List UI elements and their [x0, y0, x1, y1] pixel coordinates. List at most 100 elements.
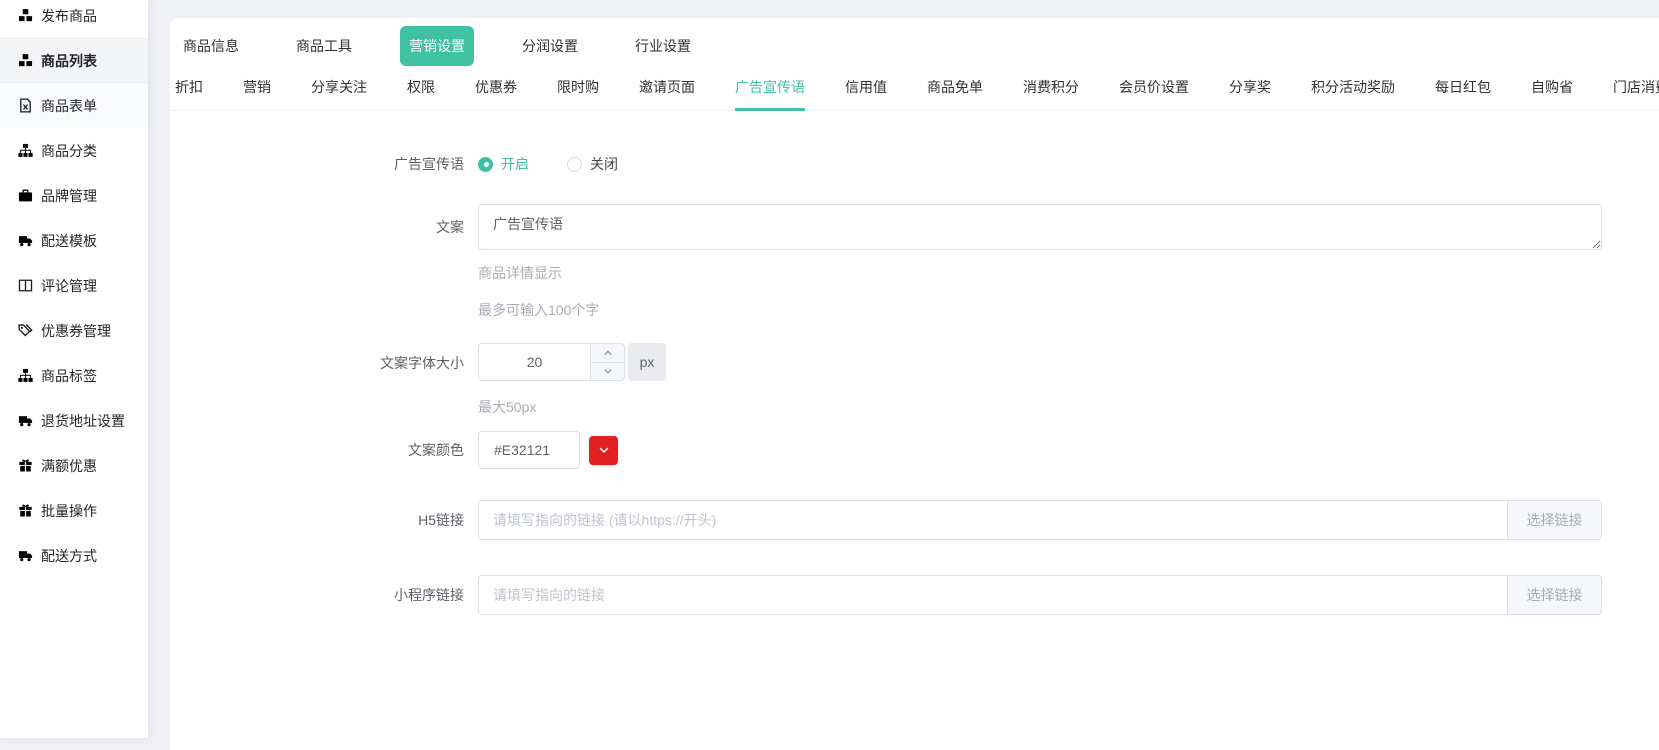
subtab-points-activity-reward[interactable]: 积分活动奖励 — [1311, 68, 1395, 111]
font-size-help: 最大50px — [478, 397, 666, 417]
subtab-label: 自购省 — [1531, 79, 1573, 95]
sidebar-item-batch-operation[interactable]: 批量操作 — [0, 488, 148, 533]
subtab-label: 邀请页面 — [639, 79, 695, 95]
copy-textarea[interactable]: 广告宣传语 — [478, 204, 1602, 250]
sidebar-item-label: 满额优惠 — [41, 456, 97, 476]
subtab-label: 优惠券 — [475, 79, 517, 95]
subtab-discount[interactable]: 折扣 — [175, 68, 203, 111]
truck-icon — [18, 413, 33, 428]
subtab-share-reward[interactable]: 分享奖 — [1229, 68, 1271, 111]
tab-goods-info[interactable]: 商品信息 — [183, 36, 239, 56]
sidebar-item-label: 配送方式 — [41, 546, 97, 566]
radio-disable[interactable]: 关闭 — [567, 154, 618, 174]
chevron-up-icon — [603, 348, 613, 358]
ad-slogan-row: 广告宣传语 开启 关闭 — [368, 154, 1659, 174]
subtab-marketing[interactable]: 营销 — [243, 68, 271, 111]
subtab-member-price-settings[interactable]: 会员价设置 — [1119, 68, 1189, 111]
subtab-label: 积分活动奖励 — [1311, 79, 1395, 95]
sidebar-item-label: 品牌管理 — [41, 186, 97, 206]
font-size-input[interactable] — [478, 343, 590, 381]
radio-disable-label: 关闭 — [590, 154, 618, 174]
tab-label: 分润设置 — [522, 38, 578, 54]
sidebar-item-brand-manage[interactable]: 品牌管理 — [0, 173, 148, 218]
subtab-label: 限时购 — [557, 79, 599, 95]
sidebar: 发布商品 商品列表 商品表单 商品分类 品牌管理 配送模板 评论管理 优惠券管理… — [0, 0, 148, 738]
subtab-ad-slogan[interactable]: 广告宣传语 — [735, 68, 805, 111]
sidebar-item-full-discount[interactable]: 满额优惠 — [0, 443, 148, 488]
subtab-share-follow[interactable]: 分享关注 — [311, 68, 367, 111]
subtab-consume-points[interactable]: 消费积分 — [1023, 68, 1079, 111]
sidebar-item-publish-goods[interactable]: 发布商品 — [0, 0, 148, 38]
copy-label: 文案 — [368, 204, 478, 237]
sidebar-item-goods-form[interactable]: 商品表单 — [0, 83, 148, 128]
subtab-store-consume[interactable]: 门店消费 — [1613, 68, 1659, 111]
copy-control: 广告宣传语 商品详情显示 最多可输入100个字 — [478, 204, 1602, 320]
mini-link-input[interactable] — [478, 575, 1508, 615]
sidebar-item-coupon-manage[interactable]: 优惠券管理 — [0, 308, 148, 353]
radio-enable[interactable]: 开启 — [478, 154, 529, 174]
secondary-tabs: 折扣 营销 分享关注 权限 优惠券 限时购 邀请页面 广告宣传语 信用值 商品免… — [170, 68, 1659, 111]
sidebar-item-goods-tag[interactable]: 商品标签 — [0, 353, 148, 398]
copy-color-input[interactable] — [478, 431, 580, 469]
tab-industry-settings[interactable]: 行业设置 — [635, 36, 691, 56]
font-size-row: 文案字体大小 px 最大50px — [368, 343, 1659, 417]
sidebar-item-delivery-template[interactable]: 配送模板 — [0, 218, 148, 263]
sidebar-menu: 发布商品 商品列表 商品表单 商品分类 品牌管理 配送模板 评论管理 优惠券管理… — [0, 0, 148, 578]
sidebar-item-delivery-method[interactable]: 配送方式 — [0, 533, 148, 578]
h5-link-row: H5链接 选择链接 — [368, 500, 1659, 540]
sitemap-icon — [18, 143, 33, 158]
sidebar-item-label: 批量操作 — [41, 501, 97, 521]
subtab-flash-sale[interactable]: 限时购 — [557, 68, 599, 111]
subtab-invite-page[interactable]: 邀请页面 — [639, 68, 695, 111]
subtab-label: 分享奖 — [1229, 79, 1271, 95]
subtab-daily-redpacket[interactable]: 每日红包 — [1435, 68, 1491, 111]
sidebar-item-label: 商品标签 — [41, 366, 97, 386]
sidebar-item-return-address[interactable]: 退货地址设置 — [0, 398, 148, 443]
sidebar-item-label: 商品列表 — [41, 51, 97, 71]
h5-link-group: 选择链接 — [478, 500, 1602, 540]
subtab-self-purchase-save[interactable]: 自购省 — [1531, 68, 1573, 111]
h5-link-input[interactable] — [478, 500, 1508, 540]
tab-marketing-settings[interactable]: 营销设置 — [400, 26, 474, 66]
subtab-label: 权限 — [407, 79, 435, 95]
subtab-label: 每日红包 — [1435, 79, 1491, 95]
sidebar-item-label: 发布商品 — [41, 6, 97, 26]
sidebar-item-goods-category[interactable]: 商品分类 — [0, 128, 148, 173]
tab-label: 行业设置 — [635, 38, 691, 54]
subtab-credit-value[interactable]: 信用值 — [845, 68, 887, 111]
subtab-label: 消费积分 — [1023, 79, 1079, 95]
tab-label: 商品信息 — [183, 38, 239, 54]
mini-link-label: 小程序链接 — [368, 585, 478, 605]
mini-link-group: 选择链接 — [478, 575, 1602, 615]
copy-color-label: 文案颜色 — [368, 440, 478, 460]
sidebar-item-label: 优惠券管理 — [41, 321, 111, 341]
subtab-label: 分享关注 — [311, 79, 367, 95]
font-size-stepper — [590, 343, 625, 381]
radio-selected-icon — [478, 157, 493, 172]
stepper-decrease-button[interactable] — [591, 363, 624, 381]
copy-help-display: 商品详情显示 — [478, 263, 1602, 283]
font-size-label: 文案字体大小 — [368, 343, 478, 373]
chevron-down-icon — [598, 444, 610, 456]
briefcase-icon — [18, 188, 33, 203]
stepper-increase-button[interactable] — [591, 344, 624, 363]
columns-icon — [18, 278, 33, 293]
primary-tabs: 商品信息 商品工具 营销设置 分润设置 行业设置 — [170, 18, 1659, 68]
color-picker-button[interactable] — [589, 436, 618, 465]
subtab-coupon[interactable]: 优惠券 — [475, 68, 517, 111]
sidebar-item-label: 配送模板 — [41, 231, 97, 251]
subtab-permission[interactable]: 权限 — [407, 68, 435, 111]
copy-color-row: 文案颜色 — [368, 431, 1659, 469]
sidebar-item-comment-manage[interactable]: 评论管理 — [0, 263, 148, 308]
cubes-icon — [18, 53, 33, 68]
subtab-label: 信用值 — [845, 79, 887, 95]
mini-select-link-button[interactable]: 选择链接 — [1508, 575, 1602, 615]
subtab-goods-free-order[interactable]: 商品免单 — [927, 68, 983, 111]
cubes-icon — [18, 8, 33, 23]
tab-goods-tools[interactable]: 商品工具 — [296, 36, 352, 56]
h5-select-link-button[interactable]: 选择链接 — [1508, 500, 1602, 540]
tab-profit-settings[interactable]: 分润设置 — [522, 36, 578, 56]
sidebar-item-label: 商品分类 — [41, 141, 97, 161]
sidebar-item-goods-list[interactable]: 商品列表 — [0, 38, 148, 83]
mini-link-row: 小程序链接 选择链接 — [368, 575, 1659, 615]
